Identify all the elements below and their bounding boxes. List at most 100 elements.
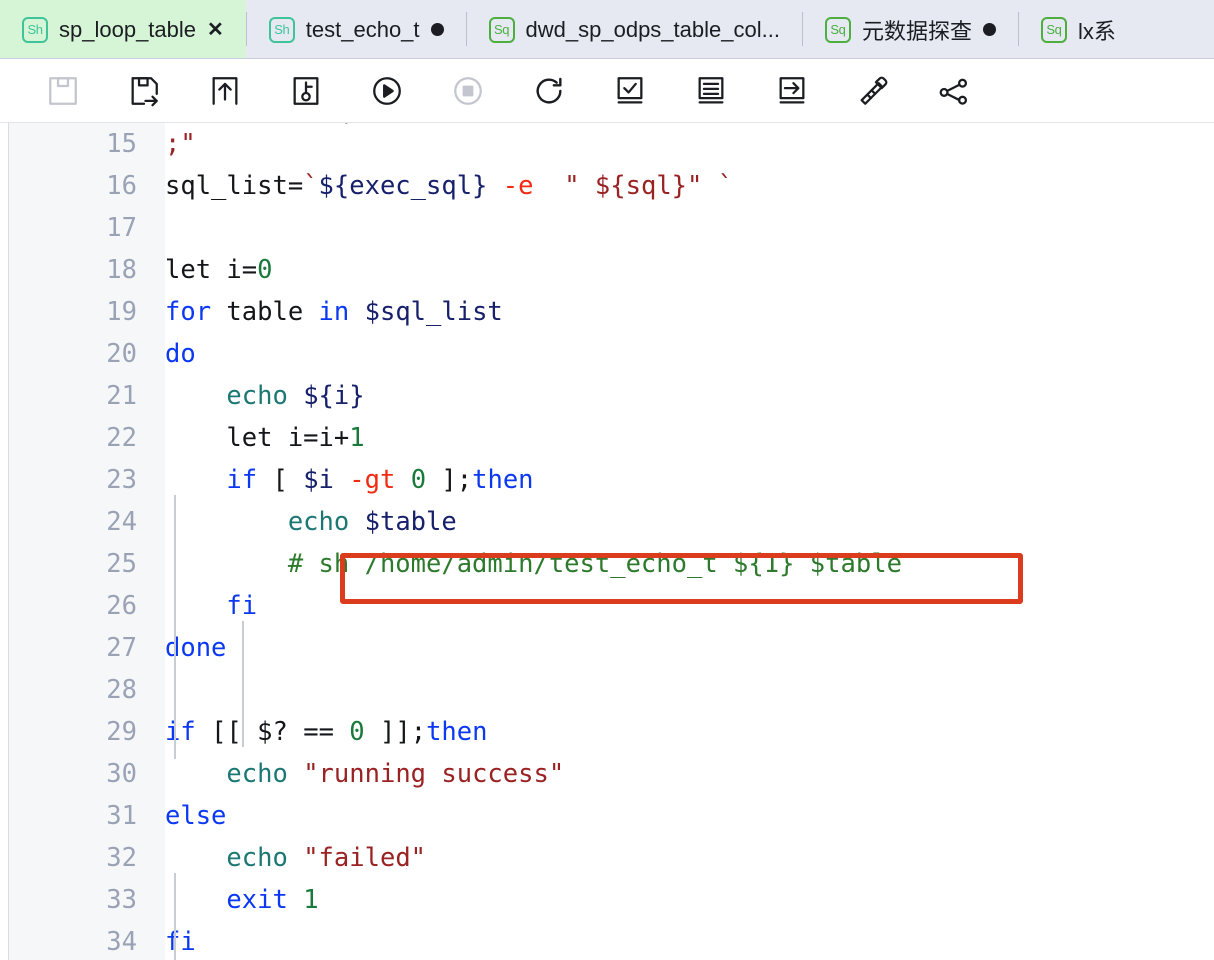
- code-line-text[interactable]: exit 1: [156, 879, 1214, 921]
- code-line[interactable]: 14 ;": [0, 123, 1214, 133]
- code-token: for: [165, 297, 212, 327]
- code-line-text[interactable]: echo "failed": [156, 837, 1214, 879]
- indent-guide: [242, 621, 244, 747]
- refresh-icon[interactable]: [508, 59, 589, 123]
- save-as-icon[interactable]: [103, 59, 184, 123]
- code-line[interactable]: 29 if [[ $? == 0 ]];then: [9, 711, 1214, 753]
- tab-3[interactable]: Sq dwd_sp_odps_table_col...: [466, 0, 802, 58]
- line-number: 18: [106, 255, 137, 285]
- code-line-text[interactable]: echo ${i}: [156, 375, 1214, 417]
- format-icon[interactable]: [670, 59, 751, 123]
- code-token: 1: [303, 885, 319, 915]
- code-token: `: [303, 171, 319, 201]
- line-number: 30: [106, 759, 137, 789]
- line-number: 33: [106, 885, 137, 915]
- code-line-text[interactable]: let i=0: [156, 249, 1214, 291]
- code-line-text[interactable]: echo "running success": [156, 753, 1214, 795]
- unsaved-changes-dot-icon: [430, 23, 444, 36]
- code-line-text[interactable]: echo $table: [156, 501, 1214, 543]
- code-line-text[interactable]: fi: [156, 921, 1214, 960]
- code-token: "failed": [303, 843, 427, 873]
- code-token: echo: [226, 381, 288, 411]
- tab-label: lx系: [1077, 18, 1116, 44]
- code-line-text[interactable]: else: [156, 795, 1214, 837]
- code-line-text[interactable]: # sh /home/admin/test_echo_t ${1} $table: [156, 543, 1214, 585]
- stop-icon[interactable]: [427, 59, 508, 123]
- line-number: 17: [106, 213, 137, 243]
- line-number: 25: [106, 549, 137, 579]
- indent-guide: [174, 495, 176, 759]
- code-token: let i=i+: [165, 423, 350, 453]
- code-line[interactable]: 18 let i=0: [9, 249, 1214, 291]
- code-token: ];: [426, 465, 473, 495]
- code-line[interactable]: 16 sql_list=`${exec_sql} -e " ${sql}" `: [9, 165, 1214, 207]
- line-number: 19: [106, 297, 137, 327]
- code-line[interactable]: 28: [9, 669, 1214, 711]
- tools-icon[interactable]: [832, 59, 913, 123]
- check-icon[interactable]: [589, 59, 670, 123]
- clipped-top-line: 14 ;": [0, 123, 1214, 133]
- line-number: 24: [106, 507, 137, 537]
- code-lines-container[interactable]: 15 ;" 16 sql_list=`${exec_sql} -e " ${sql}"…: [9, 123, 1214, 960]
- code-line-text[interactable]: let i=i+1: [156, 417, 1214, 459]
- code-line[interactable]: 17: [9, 207, 1214, 249]
- code-editor[interactable]: 15 ;" 16 sql_list=`${exec_sql} -e " ${sql}"…: [0, 123, 1214, 960]
- tab-label: sp_loop_table: [59, 16, 197, 42]
- code-line-text[interactable]: ;": [147, 123, 1214, 133]
- code-line[interactable]: 20 do: [9, 333, 1214, 375]
- code-token: ${i}: [303, 381, 365, 411]
- code-line-text[interactable]: fi: [156, 585, 1214, 627]
- code-line[interactable]: 33 exit 1: [9, 879, 1214, 921]
- code-line-text[interactable]: done: [156, 627, 1214, 669]
- code-line[interactable]: 19 for table in $sql_list: [9, 291, 1214, 333]
- code-line[interactable]: 22 let i=i+1: [9, 417, 1214, 459]
- code-line-text[interactable]: do: [156, 333, 1214, 375]
- code-token: 0: [349, 717, 365, 747]
- code-line[interactable]: 32 echo "failed": [9, 837, 1214, 879]
- tab-5[interactable]: Sq lx系: [1018, 0, 1138, 58]
- code-line[interactable]: 26 fi: [9, 585, 1214, 627]
- lineage-icon[interactable]: [913, 59, 994, 123]
- code-line[interactable]: 34 fi: [9, 921, 1214, 960]
- line-number: 26: [106, 591, 137, 621]
- tab-2[interactable]: Sh test_echo_t: [246, 0, 466, 58]
- code-token: echo: [226, 843, 288, 873]
- tab-close-icon[interactable]: ✕: [207, 20, 224, 40]
- publish-icon[interactable]: [751, 59, 832, 123]
- code-token: 0: [410, 465, 427, 495]
- editor-toolbar: [0, 59, 1214, 123]
- code-token: else: [165, 801, 227, 831]
- run-icon[interactable]: [346, 59, 427, 123]
- line-number: 20: [106, 339, 137, 369]
- upload-icon[interactable]: [184, 59, 265, 123]
- code-token: then: [426, 717, 488, 747]
- code-line[interactable]: 23 if [ $i -gt 0 ];then: [9, 459, 1214, 501]
- code-line[interactable]: 24 echo $table: [9, 501, 1214, 543]
- debug-icon[interactable]: [265, 59, 346, 123]
- tab-label: dwd_sp_odps_table_col...: [525, 16, 780, 42]
- code-line-text[interactable]: if [ $i -gt 0 ];then: [156, 459, 1214, 501]
- code-line-text[interactable]: sql_list=`${exec_sql} -e " ${sql}" `: [156, 165, 1214, 207]
- code-line[interactable]: 31 else: [9, 795, 1214, 837]
- tab-4[interactable]: Sq 元数据探查: [802, 0, 1018, 58]
- tab-1[interactable]: Sh sp_loop_table ✕: [0, 0, 246, 58]
- code-line[interactable]: 30 echo "running success": [9, 753, 1214, 795]
- code-line[interactable]: 27 done: [9, 627, 1214, 669]
- code-line[interactable]: 21 echo ${i}: [9, 375, 1214, 417]
- line-number: 22: [106, 423, 137, 453]
- code-token: $i: [303, 465, 334, 495]
- code-line[interactable]: 25 # sh /home/admin/test_echo_t ${1} $ta…: [9, 543, 1214, 585]
- code-line-text[interactable]: for table in $sql_list: [156, 291, 1214, 333]
- code-line-text[interactable]: if [[ $? == 0 ]];then: [156, 711, 1214, 753]
- save-icon[interactable]: [22, 59, 103, 123]
